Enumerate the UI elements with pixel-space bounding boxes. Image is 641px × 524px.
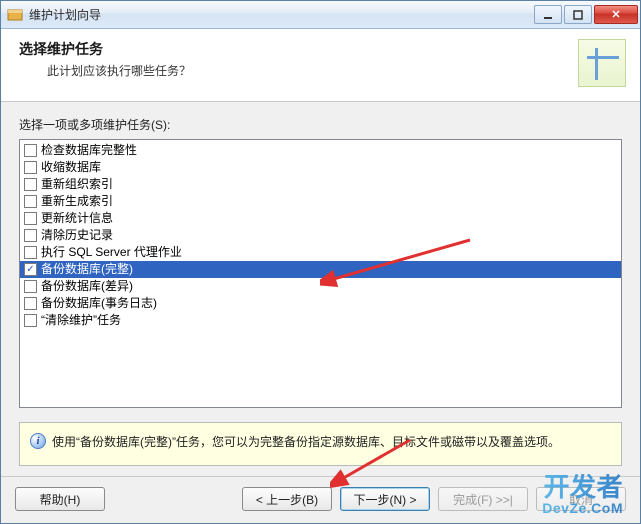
task-label: 备份数据库(事务日志)	[41, 295, 157, 312]
task-row[interactable]: 重新组织索引	[20, 176, 621, 193]
wizard-header: 选择维护任务 此计划应该执行哪些任务？	[1, 29, 640, 102]
task-checkbox[interactable]	[24, 195, 37, 208]
info-icon: i	[30, 433, 46, 449]
task-checkbox[interactable]: ✓	[24, 263, 37, 276]
window-controls: ✕	[534, 5, 638, 24]
minimize-button[interactable]	[534, 5, 562, 24]
task-list[interactable]: 检查数据库完整性收缩数据库重新组织索引重新生成索引更新统计信息清除历史记录执行 …	[19, 139, 622, 408]
task-row[interactable]: 备份数据库(事务日志)	[20, 295, 621, 312]
flowchart-icon	[578, 39, 626, 87]
task-checkbox[interactable]	[24, 229, 37, 242]
task-checkbox[interactable]	[24, 144, 37, 157]
wizard-footer: 帮助(H) < 上一步(B) 下一步(N) > 完成(F) >>| 取消	[1, 476, 640, 523]
task-row[interactable]: 备份数据库(差异)	[20, 278, 621, 295]
description-box: i 使用“备份数据库(完整)”任务，您可以为完整备份指定源数据库、目标文件或磁带…	[19, 422, 622, 466]
finish-button: 完成(F) >>|	[438, 487, 528, 511]
back-button[interactable]: < 上一步(B)	[242, 487, 332, 511]
task-row[interactable]: 执行 SQL Server 代理作业	[20, 244, 621, 261]
task-checkbox[interactable]	[24, 178, 37, 191]
task-label: 清除历史记录	[41, 227, 113, 244]
titlebar[interactable]: 维护计划向导 ✕	[1, 1, 640, 29]
close-button[interactable]: ✕	[594, 5, 638, 24]
app-icon	[7, 7, 23, 23]
wizard-window: 维护计划向导 ✕ 选择维护任务 此计划应该执行哪些任务？ 选择一项或多项维护任务…	[0, 0, 641, 524]
task-label: 备份数据库(差异)	[41, 278, 133, 295]
task-row[interactable]: 重新生成索引	[20, 193, 621, 210]
task-label: 收缩数据库	[41, 159, 101, 176]
task-checkbox[interactable]	[24, 280, 37, 293]
window-title: 维护计划向导	[29, 6, 534, 23]
task-label: 重新组织索引	[41, 176, 113, 193]
wizard-body: 选择一项或多项维护任务(S): 检查数据库完整性收缩数据库重新组织索引重新生成索…	[1, 102, 640, 476]
task-label: “清除维护”任务	[41, 312, 121, 329]
help-button[interactable]: 帮助(H)	[15, 487, 105, 511]
task-row[interactable]: 收缩数据库	[20, 159, 621, 176]
description-text: 使用“备份数据库(完整)”任务，您可以为完整备份指定源数据库、目标文件或磁带以及…	[52, 433, 560, 451]
task-prompt: 选择一项或多项维护任务(S):	[19, 116, 622, 133]
task-label: 检查数据库完整性	[41, 142, 137, 159]
task-checkbox[interactable]	[24, 161, 37, 174]
cancel-button: 取消	[536, 487, 626, 511]
task-row[interactable]: “清除维护”任务	[20, 312, 621, 329]
task-checkbox[interactable]	[24, 314, 37, 327]
task-row[interactable]: 更新统计信息	[20, 210, 621, 227]
task-checkbox[interactable]	[24, 297, 37, 310]
task-label: 重新生成索引	[41, 193, 113, 210]
task-checkbox[interactable]	[24, 212, 37, 225]
maximize-button[interactable]	[564, 5, 592, 24]
task-row[interactable]: ✓ 备份数据库(完整)	[20, 261, 621, 278]
page-subtitle: 此计划应该执行哪些任务？	[19, 62, 568, 79]
task-checkbox[interactable]	[24, 246, 37, 259]
page-title: 选择维护任务	[19, 39, 568, 59]
next-button[interactable]: 下一步(N) >	[340, 487, 430, 511]
task-label: 更新统计信息	[41, 210, 113, 227]
task-label: 备份数据库(完整)	[41, 261, 133, 278]
task-label: 执行 SQL Server 代理作业	[41, 244, 182, 261]
task-row[interactable]: 检查数据库完整性	[20, 142, 621, 159]
task-row[interactable]: 清除历史记录	[20, 227, 621, 244]
